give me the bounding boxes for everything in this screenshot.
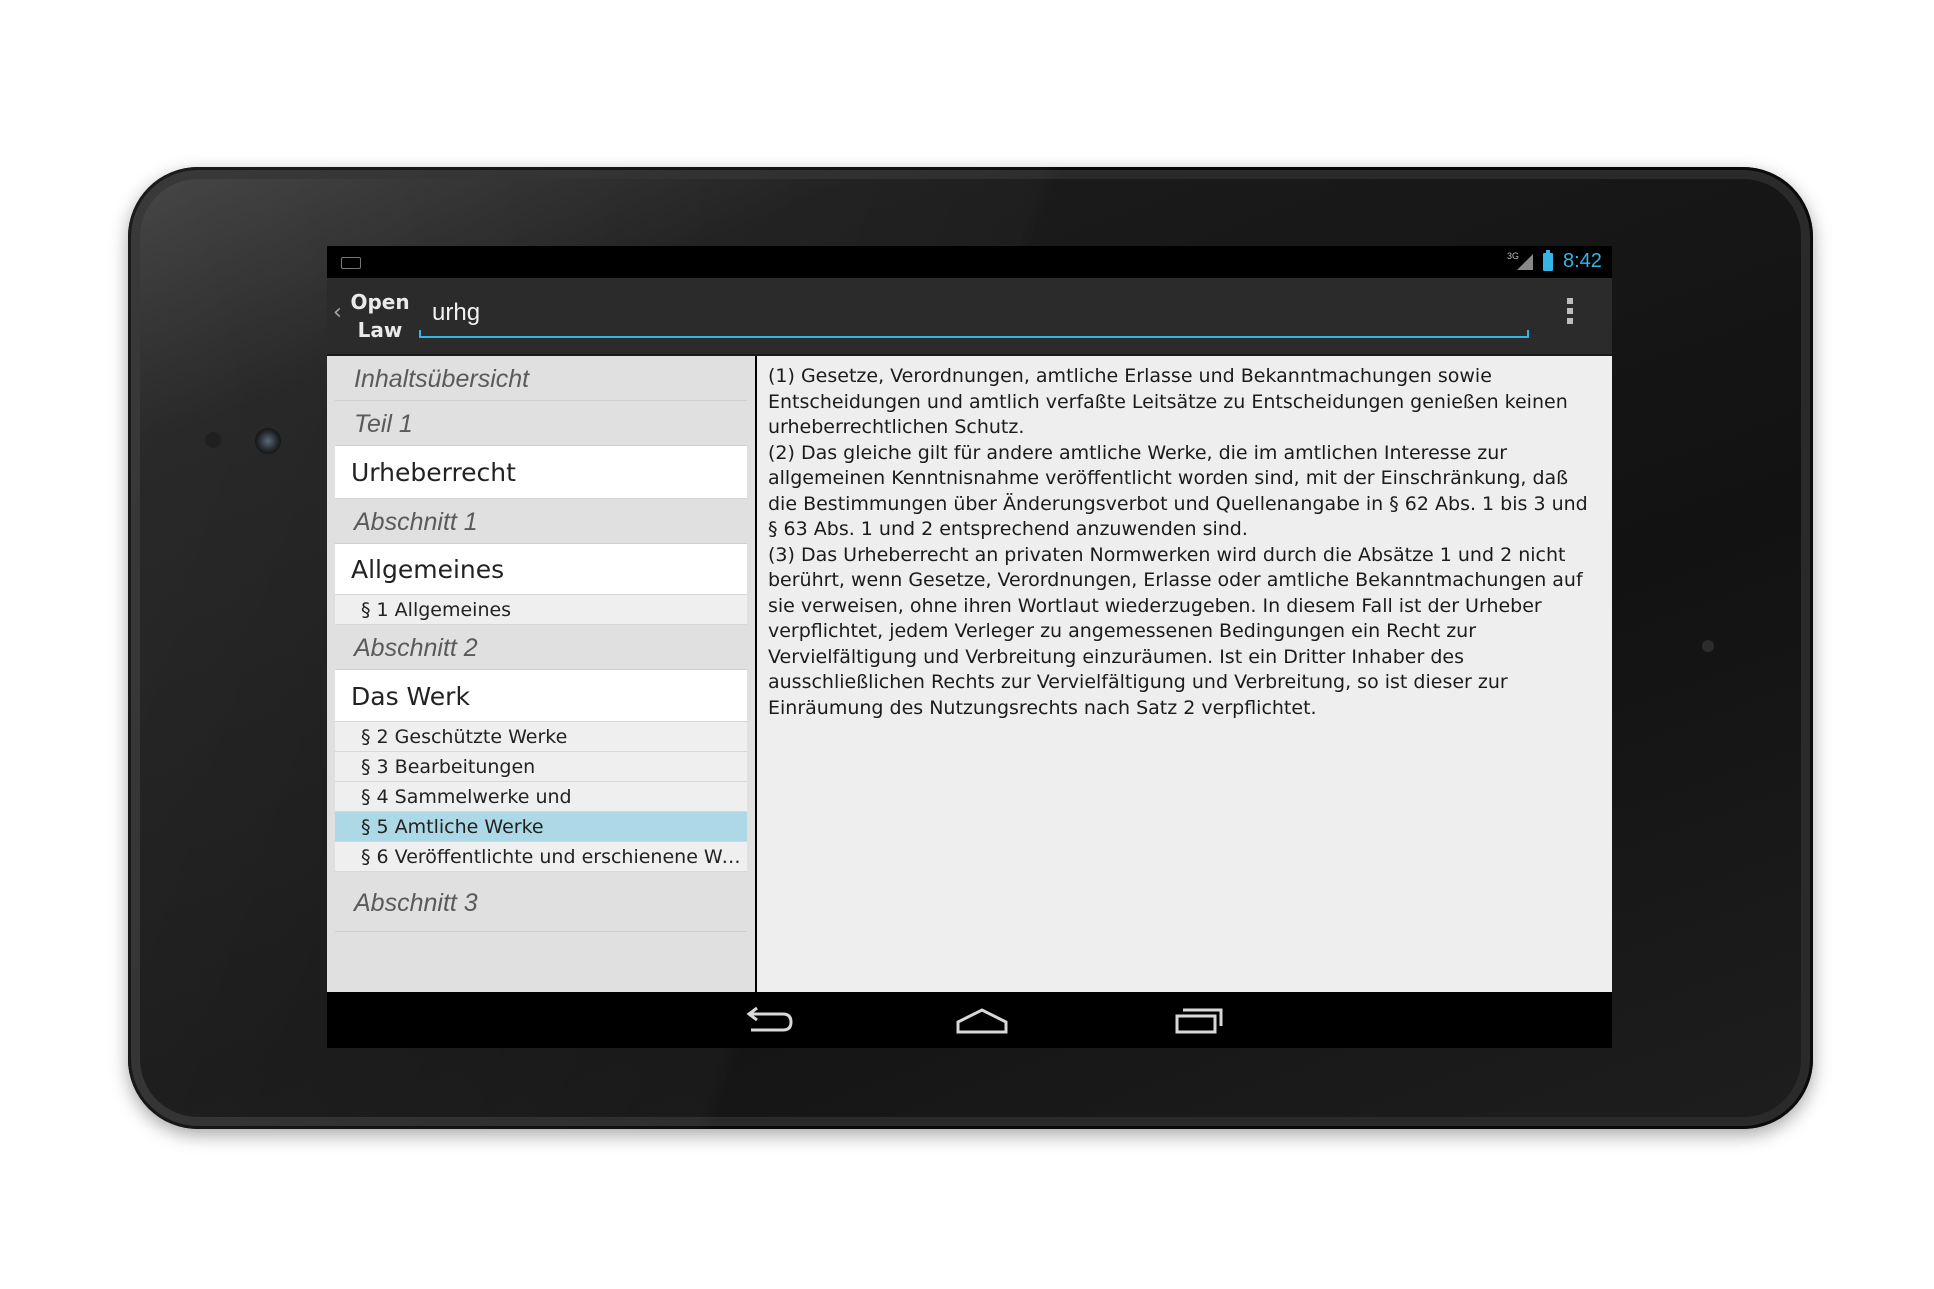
toc-section-title-label: Urheberrecht (351, 458, 516, 487)
toc-header[interactable]: Abschnitt 2 (335, 625, 747, 670)
toc-item-label: § 5 Amtliche Werke (361, 816, 544, 838)
toc-item-label: § 1 Allgemeines (361, 599, 512, 621)
toc-item-label: § 3 Bearbeitungen (361, 756, 536, 778)
toc-header-label: Teil 1 (354, 410, 413, 438)
law-paragraph: (3) Das Urheberrecht an privaten Normwer… (768, 543, 1583, 719)
toc-header[interactable]: Teil 1 (335, 401, 747, 446)
toc-item[interactable]: § 2 Geschützte Werke (335, 722, 747, 752)
up-chevron-icon[interactable]: ‹ (333, 300, 342, 325)
app-logo-line1: Open (350, 290, 410, 314)
law-paragraph: (2) Das gleiche gilt für andere amtliche… (768, 441, 1588, 541)
signal-icon (1517, 254, 1533, 270)
law-text: (1) Gesetze, Verordnungen, amtliche Erla… (768, 364, 1603, 721)
toc-section-title[interactable]: Allgemeines (335, 544, 747, 595)
status-clock: 8:42 (1563, 250, 1602, 272)
toc-section-title-label: Das Werk (351, 682, 470, 711)
toc-item[interactable]: § 6 Veröffentlichte und erschienene Werk… (335, 842, 747, 872)
home-icon[interactable] (952, 1000, 1012, 1040)
overflow-menu-icon[interactable] (1567, 298, 1573, 328)
toc-header-label: Abschnitt 1 (354, 508, 478, 536)
toc-item-label: § 6 Veröffentlichte und erschienene Werk… (361, 846, 747, 868)
toc-header[interactable]: Abschnitt 1 (335, 499, 747, 544)
back-icon[interactable] (737, 1000, 797, 1040)
toc-header-label: Abschnitt 3 (354, 889, 478, 917)
toc-item-selected[interactable]: § 5 Amtliche Werke (335, 812, 747, 842)
toc-section-title-label: Allgemeines (351, 555, 505, 584)
toc-item[interactable]: § 4 Sammelwerke und (335, 782, 747, 812)
law-content-pane: (1) Gesetze, Verordnungen, amtliche Erla… (757, 356, 1612, 992)
toc-item-label: § 2 Geschützte Werke (361, 726, 568, 748)
table-of-contents: Inhaltsübersicht Teil 1 Urheberrecht Abs… (327, 356, 755, 992)
navigation-bar (327, 992, 1612, 1048)
light-sensor (1702, 640, 1714, 652)
toc-header[interactable]: Abschnitt 3 (335, 872, 747, 932)
toc-header[interactable]: Inhaltsübersicht (335, 356, 747, 401)
screen: 3G 8:42 ‹ Open Law Inhaltsübersicht Teil… (327, 246, 1612, 1048)
recent-apps-icon[interactable] (1169, 1000, 1229, 1040)
law-paragraph: (1) Gesetze, Verordnungen, amtliche Erla… (768, 365, 1568, 438)
toc-item-label: § 4 Sammelwerke und (361, 786, 572, 808)
toc-item[interactable]: § 1 Allgemeines (335, 595, 747, 625)
app-logo-line2: Law (357, 318, 403, 342)
app-logo[interactable]: Open Law (349, 288, 411, 344)
toc-header-label: Inhaltsübersicht (354, 365, 530, 393)
toc-item[interactable]: § 3 Bearbeitungen (335, 752, 747, 782)
action-bar: ‹ Open Law (327, 278, 1612, 356)
search-underline (419, 330, 1529, 338)
battery-icon (1543, 250, 1553, 271)
keyboard-icon (341, 257, 361, 269)
status-bar: 3G 8:42 (327, 246, 1612, 278)
toc-section-title[interactable]: Urheberrecht (335, 446, 747, 499)
toc-section-title[interactable]: Das Werk (335, 670, 747, 722)
toc-header-label: Abschnitt 2 (354, 634, 478, 662)
proximity-sensor (205, 432, 221, 448)
search-input[interactable] (422, 294, 1372, 332)
front-camera (255, 428, 281, 454)
